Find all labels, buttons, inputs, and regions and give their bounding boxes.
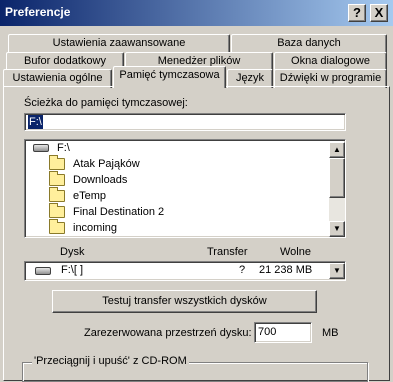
column-free: Wolne xyxy=(280,246,311,258)
reserved-space-value: 700 xyxy=(258,326,277,338)
folder-item-label: incoming xyxy=(73,222,118,234)
help-button[interactable]: ? xyxy=(348,4,366,22)
folder-item-label: Final Destination 2 xyxy=(73,206,165,218)
folder-item[interactable]: Downloads xyxy=(49,171,128,189)
drive-transfer: ? xyxy=(239,264,246,276)
tab-database[interactable]: Baza danych xyxy=(231,34,387,53)
cache-path-input[interactable]: F:\ xyxy=(24,113,346,131)
drive-icon xyxy=(35,267,51,275)
reserved-space-label: Zarezerwowana przestrzeń dysku: xyxy=(84,327,252,339)
cdrom-group-label: 'Przeciągnij i upuść' z CD-ROM xyxy=(32,355,189,367)
cache-path-label: Ścieżka do pamięci tymczasowej: xyxy=(24,97,188,109)
tab-advanced-settings[interactable]: Ustawienia zaawansowane xyxy=(8,34,230,53)
reserved-space-input[interactable]: 700 xyxy=(254,322,312,343)
folder-item[interactable]: incoming xyxy=(49,219,118,237)
column-transfer: Transfer xyxy=(207,246,248,258)
selected-drive: F:\[ ] xyxy=(61,264,83,276)
folder-root-label: F:\ xyxy=(57,142,70,154)
folder-item-label: Downloads xyxy=(73,174,128,186)
folder-icon xyxy=(49,171,65,187)
folder-item[interactable]: Atak Pająków xyxy=(49,155,140,173)
title-bar[interactable]: Preferencje ? X xyxy=(0,0,393,26)
cache-path-value: F:\ xyxy=(28,115,43,129)
folder-icon xyxy=(49,155,65,171)
scroll-down-button[interactable]: ▼ xyxy=(329,221,345,237)
folder-scrollbar[interactable]: ▲ ▼ xyxy=(329,142,345,237)
tab-temporary-memory[interactable]: Pamięć tymczasowa xyxy=(113,66,226,88)
drive-icon xyxy=(33,144,49,153)
close-button[interactable]: X xyxy=(370,4,388,22)
folder-icon xyxy=(49,187,65,203)
chevron-down-icon[interactable]: ▼ xyxy=(329,263,345,279)
folder-icon xyxy=(49,219,65,235)
disk-select[interactable]: F:\[ ] ? 21 238 MB ▼ xyxy=(24,261,346,281)
scroll-thumb[interactable] xyxy=(329,158,345,198)
folder-tree[interactable]: F:\ Atak Pająków Downloads eTemp Final D… xyxy=(24,139,346,238)
scroll-up-button[interactable]: ▲ xyxy=(329,142,345,158)
folder-icon xyxy=(49,203,65,219)
folder-item-label: eTemp xyxy=(73,190,107,202)
window-title: Preferencje xyxy=(5,5,71,19)
drive-free-space: 21 238 MB xyxy=(259,264,313,276)
test-all-drives-button[interactable]: Testuj transfer wszystkich dysków xyxy=(52,290,317,313)
folder-item-label: Atak Pająków xyxy=(73,158,140,170)
column-disk: Dysk xyxy=(60,246,85,258)
reserved-space-unit: MB xyxy=(322,327,339,339)
folder-item[interactable]: Final Destination 2 xyxy=(49,203,165,221)
